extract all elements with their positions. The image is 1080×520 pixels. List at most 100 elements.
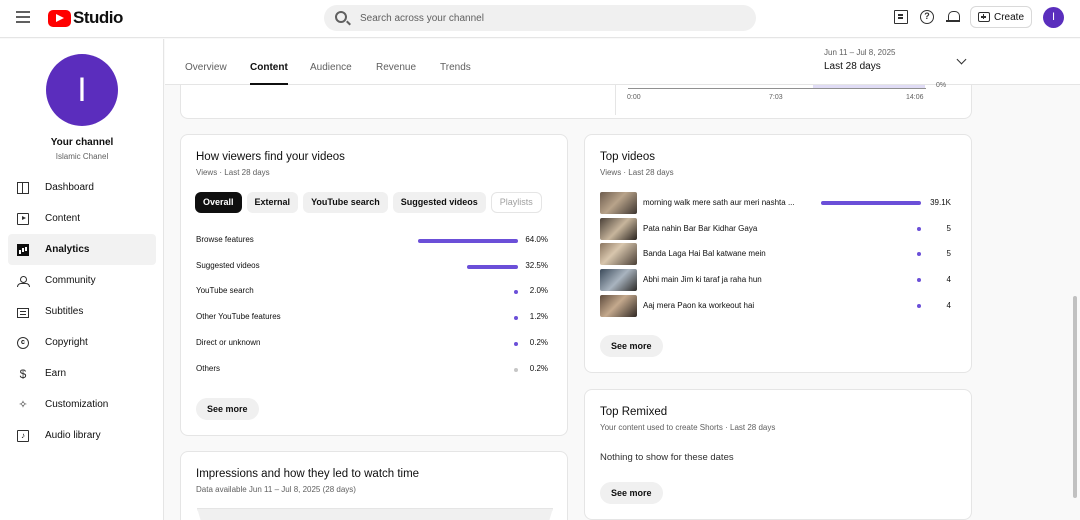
video-title[interactable]: Pata nahin Bar Bar Kidhar Gaya [643,224,757,233]
subtitles-icon [17,307,29,318]
chip-playlists: Playlists [490,192,542,213]
traffic-source-label: Other YouTube features [196,312,281,322]
analytics-icon [17,243,29,256]
traffic-source-bar [514,316,518,321]
sidebar-item-label: Analytics [45,244,90,255]
sidebar-nav: Dashboard Content Analytics Community Su… [8,172,156,451]
menu-icon[interactable] [16,11,30,23]
traffic-source-row: Suggested videos 32.5% [196,261,548,273]
sidebar-item-audio-library[interactable]: ♪ Audio library [8,420,156,451]
top-remixed-card: Top Remixed Your content used to create … [584,389,972,520]
sidebar-item-label: Audio library [45,430,101,441]
traffic-source-row: YouTube search 2.0% [196,286,548,298]
traffic-source-row: Browse features 64.0% [196,235,548,247]
chip-external[interactable]: External [246,192,299,213]
sidebar-item-customization[interactable]: ✧ Customization [8,389,156,420]
top-video-row[interactable]: Aaj mera Paon ka workeout hai 4 [600,294,951,317]
account-avatar[interactable]: I [1043,7,1064,28]
video-title[interactable]: morning walk mere sath aur meri nashta .… [643,198,795,207]
card-subtitle: Your content used to create Shorts · Las… [600,423,776,432]
top-videos-see-more-button[interactable]: See more [600,335,663,357]
video-thumbnail[interactable] [600,217,637,240]
sidebar-item-copyright[interactable]: c Copyright [8,327,156,358]
page-scrollbar[interactable] [1073,296,1077,498]
video-thumbnail[interactable] [600,243,637,266]
video-views: 4 [946,275,951,285]
chip-suggested-videos[interactable]: Suggested videos [392,192,486,213]
dashboard-icon [17,181,29,194]
top-video-row[interactable]: Pata nahin Bar Bar Kidhar Gaya 5 [600,217,951,240]
tab-revenue[interactable]: Revenue [376,62,416,85]
card-title: Top videos [600,151,655,163]
card-subtitle: Data available Jun 11 – Jul 8, 2025 (28 … [196,485,356,494]
chip-overall[interactable]: Overall [195,192,242,213]
sidebar-item-community[interactable]: Community [8,265,156,296]
video-title[interactable]: Aaj mera Paon ka workeout hai [643,301,754,310]
tab-trends[interactable]: Trends [440,62,471,85]
card-title: Top Remixed [600,406,668,418]
video-title[interactable]: Banda Laga Hai Bal katwane mein [643,249,766,258]
create-button[interactable]: Create [970,6,1032,28]
sidebar-item-content[interactable]: Content [8,203,156,234]
video-views: 4 [946,300,951,310]
chip-youtube-search[interactable]: YouTube search [303,192,388,213]
content-icon [17,212,29,225]
customization-icon: ✧ [18,398,28,411]
copyright-icon: c [17,336,29,349]
sidebar-item-label: Community [45,275,96,286]
top-video-row[interactable]: Abhi main Jim ki taraf ja raha hun 4 [600,269,951,292]
top-video-row[interactable]: Banda Laga Hai Bal katwane mein 5 [600,243,951,266]
traffic-source-bar [514,341,518,346]
traffic-source-label: Suggested videos [196,260,260,270]
sidebar-item-label: Dashboard [45,182,94,193]
traffic-source-label: Others [196,363,221,373]
traffic-source-bar [467,264,518,269]
traffic-source-value: 64.0% [525,235,548,244]
sidebar-item-label: Content [45,213,81,224]
tab-overview[interactable]: Overview [185,62,227,85]
top-remixed-see-more-button[interactable]: See more [600,482,663,504]
traffic-source-bar [514,367,518,372]
video-views-bar [917,252,921,257]
video-thumbnail[interactable] [600,192,637,214]
traffic-filter-chips: Overall External YouTube search Suggeste… [195,192,547,213]
sidebar: I Your channel Islamic Chanel Dashboard … [0,39,164,520]
tab-content[interactable]: Content [250,62,288,85]
empty-state-text: Nothing to show for these dates [600,452,734,463]
help-icon[interactable]: ? [920,10,934,24]
traffic-sources-card: How viewers find your videos Views · Las… [180,134,568,436]
sidebar-item-earn[interactable]: $ Earn [8,358,156,389]
feedback-icon[interactable] [894,10,908,24]
card-title: How viewers find your videos [196,151,345,163]
earn-icon: $ [19,366,27,381]
impressions-card: Impressions and how they led to watch ti… [180,451,568,520]
sidebar-item-subtitles[interactable]: Subtitles [8,296,156,327]
date-range-label[interactable]: Last 28 days [824,61,881,72]
traffic-source-value: 1.2% [529,312,548,322]
community-icon [17,275,30,287]
card-title: Impressions and how they led to watch ti… [196,468,420,480]
traffic-see-more-button[interactable]: See more [196,398,259,420]
traffic-source-value: 32.5% [525,260,548,270]
search-input[interactable] [360,5,740,31]
sidebar-item-label: Subtitles [45,306,84,317]
video-title[interactable]: Abhi main Jim ki taraf ja raha hun [643,275,762,284]
sidebar-item-analytics[interactable]: Analytics [8,234,156,265]
notifications-icon[interactable] [946,10,960,24]
logo-text: Studio [73,8,123,27]
channel-avatar[interactable]: I [46,54,118,126]
realtime-chart-axis [628,88,926,89]
search-bar[interactable] [324,5,756,31]
search-icon[interactable] [335,11,347,23]
audio-library-icon: ♪ [17,429,29,442]
video-thumbnail[interactable] [600,269,637,292]
video-thumbnail[interactable] [600,294,637,317]
studio-logo[interactable]: Studio [48,8,123,28]
top-video-row[interactable]: morning walk mere sath aur meri nashta .… [600,192,951,214]
chart-tick: 7:03 [769,94,783,101]
top-bar: Studio ? Create I [0,0,1080,38]
tab-audience[interactable]: Audience [310,62,352,85]
date-range[interactable]: Jun 11 – Jul 8, 2025 [824,48,895,57]
chevron-down-icon[interactable] [956,54,967,65]
sidebar-item-dashboard[interactable]: Dashboard [8,172,156,203]
